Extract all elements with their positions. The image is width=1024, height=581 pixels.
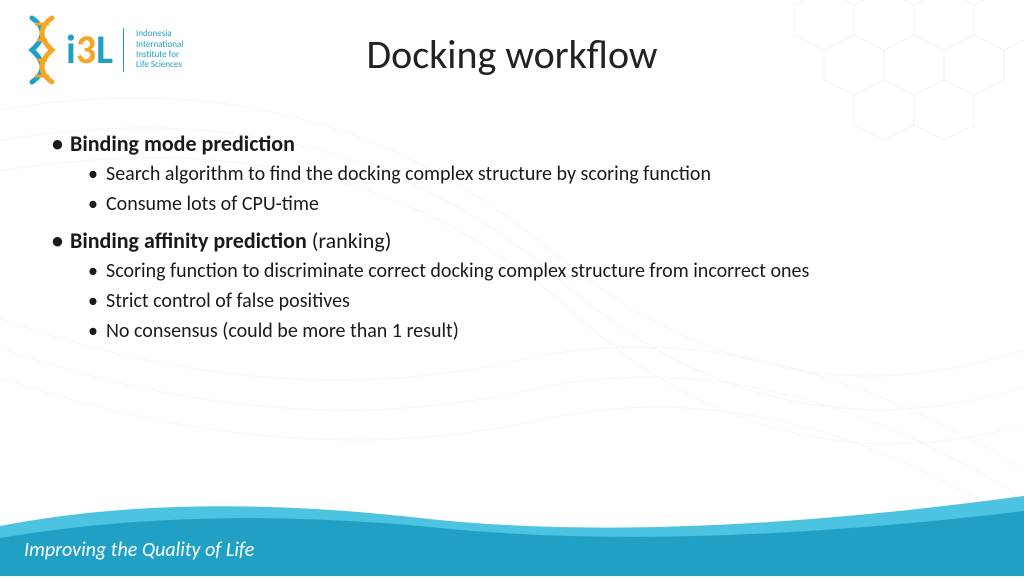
footer-wave [0, 486, 1024, 576]
heading-text: Binding affinity prediction [70, 227, 307, 254]
heading-text: Binding mode prediction [70, 130, 295, 157]
section-binding-mode: Binding mode prediction Search algorithm… [50, 130, 964, 217]
list-item: Scoring function to discriminate correct… [106, 258, 964, 284]
section-heading: Binding affinity prediction (ranking) [50, 227, 964, 254]
list-item: No consensus (could be more than 1 resul… [106, 318, 964, 344]
section-heading: Binding mode prediction [50, 130, 964, 157]
slide-title: Docking workflow [0, 30, 1024, 79]
heading-suffix: (ranking) [307, 227, 392, 254]
list-item: Search algorithm to find the docking com… [106, 161, 964, 187]
footer-tagline: Improving the Quality of Life [24, 538, 254, 562]
section-binding-affinity: Binding affinity prediction (ranking) Sc… [50, 227, 964, 344]
slide-content: Binding mode prediction Search algorithm… [50, 130, 964, 354]
list-item: Consume lots of CPU-time [106, 191, 964, 217]
list-item: Strict control of false positives [106, 288, 964, 314]
